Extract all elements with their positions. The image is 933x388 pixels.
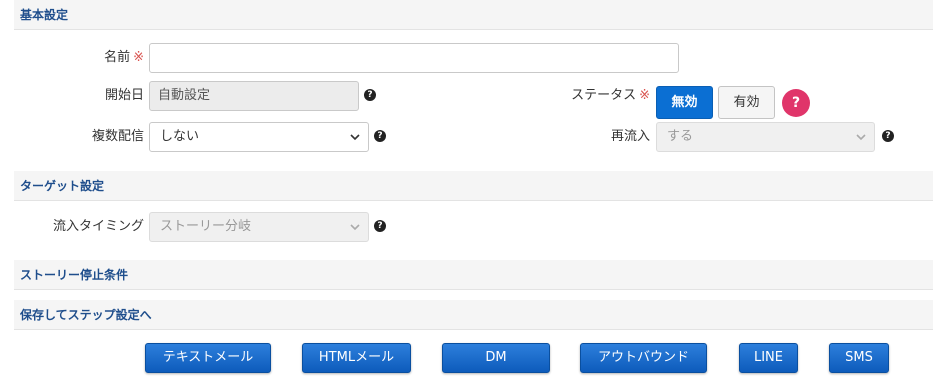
name-label-text: 名前 (104, 50, 131, 65)
reentry-help-icon[interactable]: ? (882, 130, 894, 142)
section-header-target: ターゲット設定 (14, 171, 933, 201)
start-date-help-icon[interactable]: ? (364, 89, 376, 101)
line-button[interactable]: LINE (739, 343, 798, 373)
dm-button[interactable]: DM (442, 343, 550, 373)
status-label: ステータス ※ (540, 81, 650, 111)
inflow-timing-label: 流入タイミング (52, 219, 144, 234)
reentry-select: する (656, 122, 875, 152)
name-input[interactable] (149, 43, 679, 73)
text-mail-button[interactable]: テキストメール (145, 343, 271, 373)
chevron-down-icon (350, 224, 360, 231)
multi-delivery-select[interactable]: しない (149, 122, 369, 152)
status-inactive-button[interactable]: 無効 (656, 86, 713, 119)
start-date-field: 自動設定 (149, 81, 359, 111)
required-mark: ※ (133, 50, 144, 65)
multi-delivery-help-icon[interactable]: ? (374, 130, 386, 142)
html-mail-button[interactable]: HTMLメール (302, 343, 411, 373)
required-mark: ※ (639, 88, 650, 103)
outbound-button[interactable]: アウトバウンド (580, 343, 707, 373)
reentry-value: する (667, 129, 694, 144)
inflow-timing-help-icon[interactable]: ? (374, 220, 386, 232)
section-header-basic: 基本設定 (14, 0, 933, 30)
multi-delivery-label: 複数配信 (91, 129, 144, 144)
status-label-text: ステータス (571, 88, 637, 103)
name-label: 名前 ※ (60, 43, 144, 73)
inflow-timing-value: ストーリー分岐 (160, 219, 252, 234)
section-header-story-stop[interactable]: ストーリー停止条件 (14, 260, 933, 290)
status-help-icon[interactable]: ? (782, 89, 810, 117)
chevron-down-icon (350, 134, 360, 141)
reentry-label: 再流入 (610, 129, 650, 144)
section-header-save-step: 保存してステップ設定へ (14, 300, 933, 330)
status-active-button[interactable]: 有効 (718, 86, 775, 119)
sms-button[interactable]: SMS (829, 343, 889, 373)
multi-delivery-value: しない (160, 129, 200, 144)
inflow-timing-select: ストーリー分岐 (149, 212, 369, 242)
start-date-label: 開始日 (104, 88, 144, 103)
chevron-down-icon (856, 134, 866, 141)
